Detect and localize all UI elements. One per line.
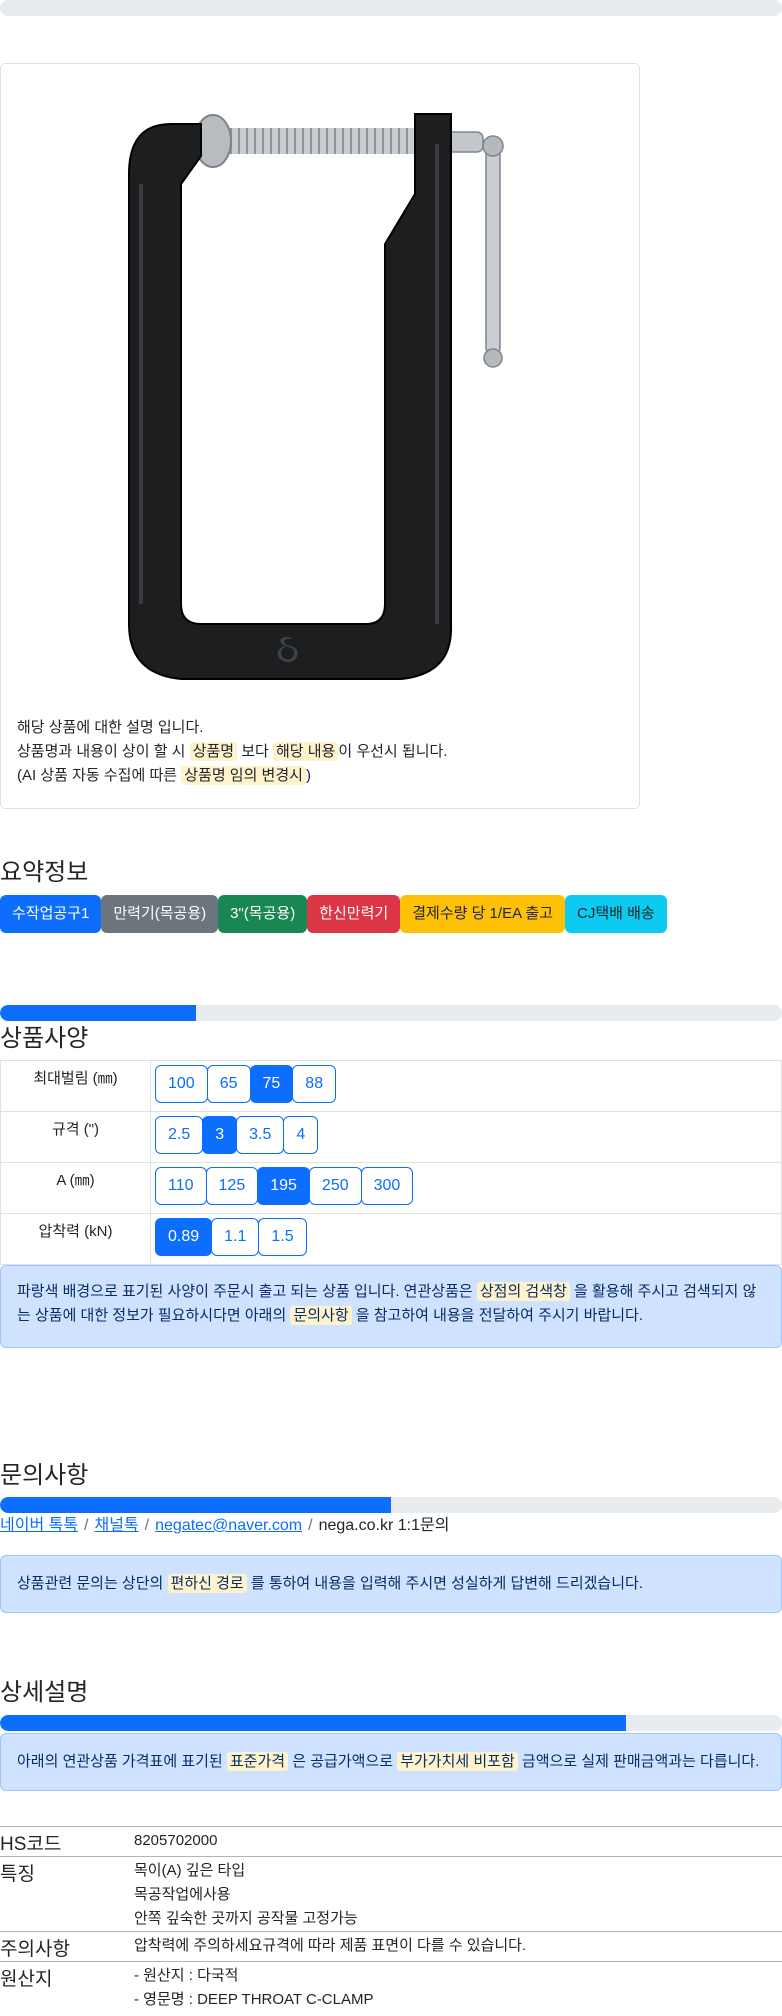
badge-courier: CJ택배 배송 — [565, 895, 667, 933]
summary-title: 요약정보 — [0, 859, 89, 886]
detail-key: 특징 — [0, 1856, 134, 1932]
badge-brand: 한신만력기 — [307, 895, 401, 933]
detail-key: 원산지 — [0, 1961, 134, 2012]
spec-row: 규격 (") 2.5 3 3.5 4 — [0, 1111, 782, 1163]
spec-option-button[interactable]: 2.5 — [155, 1116, 204, 1154]
specs-notice: 파랑색 배경으로 표기된 사양이 주문시 출고 되는 상품 입니다. 연관상품은… — [0, 1265, 782, 1348]
spec-option-button[interactable]: 3.5 — [236, 1116, 285, 1154]
spec-options: 100 65 75 88 — [150, 1060, 782, 1112]
detail-progress-fill — [0, 1715, 626, 1731]
summary-badges: 수작업공구1 만력기(목공용) 3"(목공용) 한신만력기 결제수량 당 1/E… — [0, 895, 667, 933]
spec-label: A (㎜) — [0, 1162, 151, 1214]
spec-options: 2.5 3 3.5 4 — [150, 1111, 782, 1163]
spec-row: 압착력 (kN) 0.89 1.1 1.5 — [0, 1213, 782, 1265]
desc-line-1: 해당 상품에 대한 설명 입니다. — [17, 719, 204, 736]
separator: / — [144, 1517, 150, 1534]
detail-row: 원산지 - 원산지 : 다국적 - 영문명 : DEEP THROAT C-CLA… — [0, 1961, 782, 2012]
spec-label: 압착력 (kN) — [0, 1213, 151, 1265]
detail-row: 주의사항 압착력에 주의하세요규격에 따라 제품 표면이 다를 수 있습니다. — [0, 1931, 782, 1962]
detail-value: 8205702000 — [134, 1826, 782, 1857]
detail-key: HS코드 — [0, 1826, 134, 1857]
spec-label: 규격 (") — [0, 1111, 151, 1163]
specs-table: 최대벌림 (㎜) 100 65 75 88 규격 (") 2.5 3 3.5 4 A (㎜)… — [0, 1060, 782, 1265]
spec-option-button-selected[interactable]: 75 — [249, 1065, 294, 1103]
spec-row: 최대벌림 (㎜) 100 65 75 88 — [0, 1060, 782, 1112]
product-image: ઠ — [128, 113, 504, 680]
spec-option-button[interactable]: 4 — [283, 1116, 319, 1154]
naver-talktalk-link[interactable]: 네이버 톡톡 — [0, 1517, 78, 1534]
badge-category: 수작업공구1 — [0, 895, 102, 933]
detail-row: HS코드 8205702000 — [0, 1826, 782, 1857]
detail-value: 압착력에 주의하세요규격에 따라 제품 표면이 다를 수 있습니다. — [134, 1931, 782, 1962]
top-progress-bar — [0, 0, 782, 16]
separator: / — [84, 1517, 89, 1534]
spec-option-button[interactable]: 88 — [292, 1065, 337, 1103]
spec-option-button[interactable]: 250 — [308, 1167, 362, 1205]
spec-option-button[interactable]: 1.1 — [211, 1218, 260, 1256]
desc-line-3: (AI 상품 자동 수집에 따른 상품명 임의 변경시) — [17, 766, 311, 785]
spec-option-button[interactable]: 100 — [155, 1065, 208, 1103]
spec-options: 0.89 1.1 1.5 — [150, 1213, 782, 1265]
spec-option-button[interactable]: 125 — [205, 1167, 259, 1205]
site-inquiry-text: nega.co.kr 1:1문의 — [318, 1517, 450, 1534]
detail-title: 상세설명 — [0, 1679, 89, 1706]
inquiry-notice: 상품관련 문의는 상단의 편하신 경로 를 통하여 내용을 입력해 주시면 성실… — [0, 1555, 782, 1613]
inquiry-links: 네이버 톡톡 / 채널톡 / negatec@naver.com / nega.co.kr … — [0, 1511, 449, 1535]
spec-option-button-selected[interactable]: 0.89 — [155, 1218, 213, 1256]
detail-progress-bar — [0, 1715, 782, 1731]
badge-size: 3"(목공용) — [218, 895, 308, 933]
spec-label: 최대벌림 (㎜) — [0, 1060, 151, 1112]
spec-option-button[interactable]: 1.5 — [258, 1218, 307, 1256]
channel-talk-link[interactable]: 채널톡 — [95, 1517, 139, 1534]
spec-option-button-selected[interactable]: 3 — [202, 1116, 238, 1154]
clamp-frame — [128, 113, 452, 680]
badge-shipping-unit: 결제수량 당 1/EA 출고 — [400, 895, 566, 933]
detail-row: 특징 목이(A) 깊은 타입 목공작업에사용 안쪽 깊숙한 곳까지 공작물 고정가능 — [0, 1856, 782, 1932]
detail-key: 주의사항 — [0, 1931, 134, 1962]
detail-value: - 원산지 : 다국적 - 영문명 : DEEP THROAT C-CLAMP — [134, 1961, 782, 2012]
desc-line-2: 상품명과 내용이 상이 할 시 상품명 보다 해당 내용 이 우선시 됩니다. — [17, 742, 448, 761]
detail-table: HS코드 8205702000 특징 목이(A) 깊은 타입 목공작업에사용 안쪽 … — [0, 1826, 782, 2012]
specs-title: 상품사양 — [0, 1025, 89, 1052]
spec-option-button[interactable]: 300 — [360, 1167, 414, 1205]
t-handle — [485, 143, 501, 355]
spec-row: A (㎜) 110 125 195 250 300 — [0, 1162, 782, 1214]
spec-option-button[interactable]: 110 — [155, 1167, 207, 1205]
detail-value: 목이(A) 깊은 타입 목공작업에사용 안쪽 깊숙한 곳까지 공작물 고정가능 — [134, 1856, 782, 1932]
spec-options: 110 125 195 250 300 — [150, 1162, 782, 1214]
product-description: 해당 상품에 대한 설명 입니다. 상품명과 내용이 상이 할 시 상품명 보다… — [17, 716, 617, 788]
spec-option-button[interactable]: 65 — [206, 1065, 251, 1103]
inquiry-title: 문의사항 — [0, 1462, 89, 1489]
spec-option-button-selected[interactable]: 195 — [257, 1167, 310, 1205]
clamp-logo: ઠ — [276, 626, 299, 672]
badge-type: 만력기(목공용) — [101, 895, 219, 933]
product-card: ઠ 해당 상품에 대한 설명 입니다. 상품명과 내용이 상이 할 시 상품명 … — [0, 63, 640, 809]
separator: / — [308, 1517, 313, 1534]
email-link[interactable]: negatec@naver.com — [155, 1517, 302, 1534]
specs-progress-bar — [0, 1005, 782, 1021]
detail-notice: 아래의 연관상품 가격표에 표기된 표준가격 은 공급가액으로 부가가치세 비포… — [0, 1733, 782, 1791]
screw-rod — [225, 128, 435, 154]
